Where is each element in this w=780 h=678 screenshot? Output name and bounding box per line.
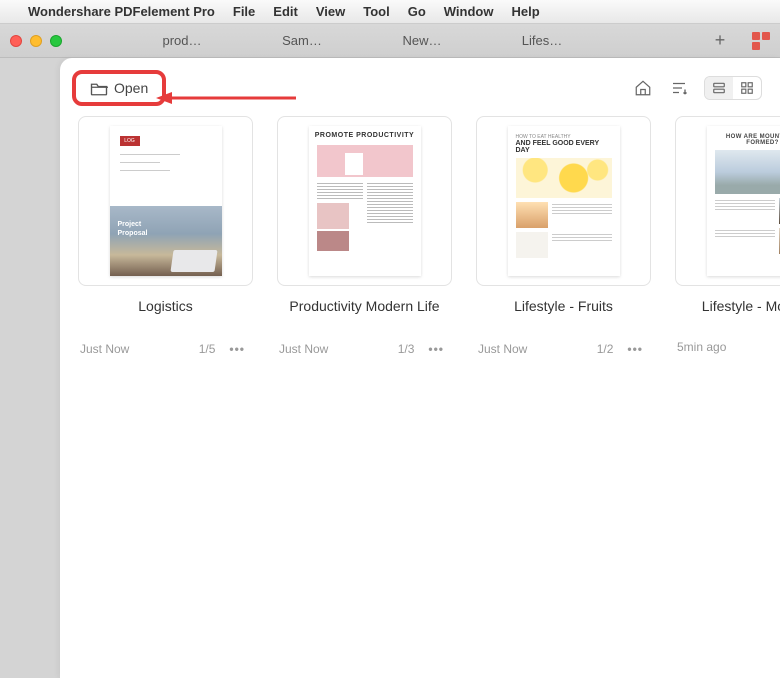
menu-help[interactable]: Help xyxy=(511,4,539,19)
menu-view[interactable]: View xyxy=(316,4,345,19)
app-name-menu[interactable]: Wondershare PDFelement Pro xyxy=(28,4,215,19)
annotation-arrow-icon xyxy=(156,88,296,108)
thumb-headline: HOW ARE MOUNTAINS FORMED? xyxy=(713,134,780,146)
document-time: Just Now xyxy=(478,342,527,356)
document-page-count: 1/2 xyxy=(597,342,614,356)
document-card[interactable]: LOG ProjectProposal Logistics Just Now xyxy=(78,116,253,358)
folder-open-icon xyxy=(90,80,108,96)
document-title: Logistics xyxy=(78,298,253,332)
document-thumbnail: PROMOTE PRODUCTIVITY xyxy=(277,116,452,286)
thumb-headline: AND FEEL GOOD EVERY DAY xyxy=(516,140,612,154)
thumb-logo: LOG xyxy=(120,136,140,146)
minimize-window-button[interactable] xyxy=(30,35,42,47)
fullscreen-window-button[interactable] xyxy=(50,35,62,47)
window-tab-bar: prod… Sam… New… Lifes… + xyxy=(0,24,780,58)
window-controls xyxy=(10,35,62,47)
home-icon[interactable] xyxy=(632,77,654,99)
document-tab[interactable]: New… xyxy=(362,33,482,48)
thumb-headline: PROMOTE PRODUCTIVITY xyxy=(309,132,421,139)
menu-window[interactable]: Window xyxy=(444,4,494,19)
document-time: 5min ago xyxy=(677,340,726,354)
app-grid-icon[interactable] xyxy=(752,32,770,50)
document-thumbnail: HOW TO EAT HEALTHY AND FEEL GOOD EVERY D… xyxy=(476,116,651,286)
document-title: Lifestyle - Fruits xyxy=(476,298,651,332)
document-tab[interactable]: Sam… xyxy=(242,33,362,48)
document-title: Productivity Modern Life xyxy=(277,298,452,332)
document-thumbnail: LOG ProjectProposal xyxy=(78,116,253,286)
new-tab-button[interactable]: + xyxy=(708,30,732,51)
mac-menubar: Wondershare PDFelement Pro File Edit Vie… xyxy=(0,0,780,24)
open-button[interactable]: Open xyxy=(78,76,160,100)
menu-edit[interactable]: Edit xyxy=(273,4,298,19)
document-tab[interactable]: prod… xyxy=(122,33,242,48)
home-panel: Open xyxy=(60,58,780,678)
document-title: Lifestyle - Mountain xyxy=(675,298,780,332)
document-tab[interactable]: Lifes… xyxy=(482,33,602,48)
menu-file[interactable]: File xyxy=(233,4,255,19)
list-view-button[interactable] xyxy=(705,77,733,99)
menu-tool[interactable]: Tool xyxy=(363,4,389,19)
recent-documents-grid: LOG ProjectProposal Logistics Just Now xyxy=(60,112,780,358)
home-toolbar: Open xyxy=(60,64,780,112)
document-card[interactable]: HOW TO EAT HEALTHY AND FEEL GOOD EVERY D… xyxy=(476,116,651,358)
sort-icon[interactable] xyxy=(668,77,690,99)
document-page-count: 1/3 xyxy=(398,342,415,356)
view-mode-toggle xyxy=(704,76,762,100)
open-button-label: Open xyxy=(114,80,148,96)
document-time: Just Now xyxy=(80,342,129,356)
menu-go[interactable]: Go xyxy=(408,4,426,19)
more-options-button[interactable]: ••• xyxy=(422,340,450,358)
more-options-button[interactable]: ••• xyxy=(621,340,649,358)
more-options-button[interactable]: ••• xyxy=(223,340,251,358)
document-thumbnail: HOW ARE MOUNTAINS FORMED? xyxy=(675,116,780,286)
document-time: Just Now xyxy=(279,342,328,356)
close-window-button[interactable] xyxy=(10,35,22,47)
document-page-count: 1/5 xyxy=(199,342,216,356)
document-card[interactable]: HOW ARE MOUNTAINS FORMED? Lifestyle - Mo… xyxy=(675,116,780,358)
document-card[interactable]: PROMOTE PRODUCTIVITY xyxy=(277,116,452,358)
grid-view-button[interactable] xyxy=(733,77,761,99)
